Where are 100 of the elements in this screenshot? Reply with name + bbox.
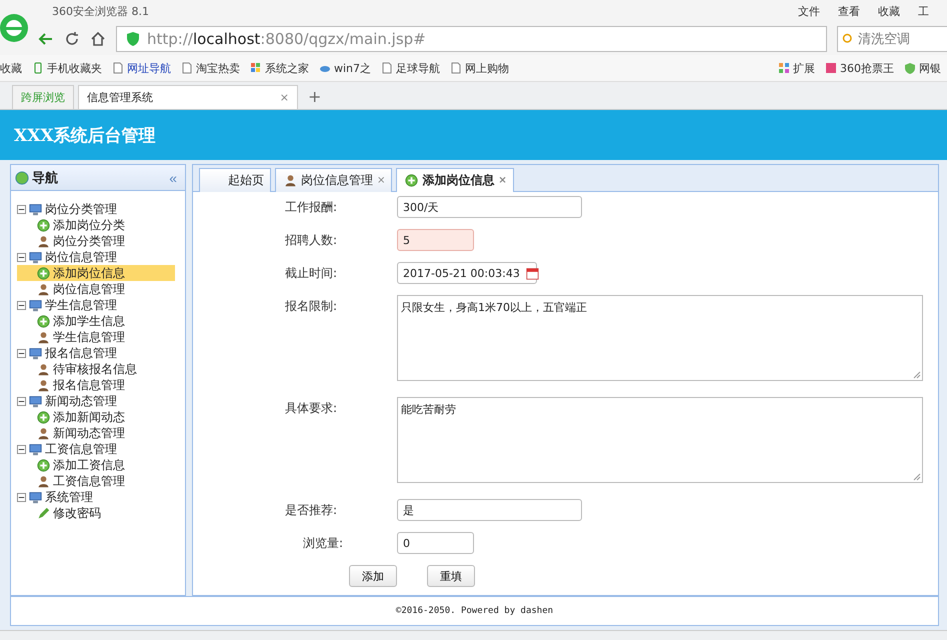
app-title: XXX系统后台管理 bbox=[14, 124, 156, 146]
page-icon bbox=[381, 62, 394, 74]
content-tab[interactable]: 起始页 bbox=[199, 168, 271, 192]
tree-item[interactable]: 新闻动态管理 bbox=[17, 425, 175, 441]
browser-tab[interactable]: 信息管理系统 × bbox=[78, 85, 298, 109]
tree-item[interactable]: 岗位分类管理 bbox=[17, 233, 175, 249]
menu-item[interactable]: 工 bbox=[918, 4, 929, 18]
bookmark-link[interactable]: win7之 bbox=[319, 60, 372, 76]
collapse-icon[interactable] bbox=[17, 396, 26, 406]
collapse-icon[interactable] bbox=[17, 492, 26, 502]
collapse-icon[interactable] bbox=[17, 204, 26, 214]
person-icon bbox=[37, 474, 50, 488]
address-field[interactable]: http://localhost:8080/qgzx/main.jsp# bbox=[116, 26, 827, 52]
tree-group[interactable]: 报名信息管理 bbox=[17, 345, 175, 361]
bookmark-link[interactable]: 网银 bbox=[904, 60, 941, 76]
resize-grip-icon[interactable] bbox=[913, 473, 921, 481]
calendar-icon[interactable] bbox=[526, 266, 539, 280]
bookmark-link[interactable]: 足球导航 bbox=[381, 60, 440, 76]
tree-group[interactable]: 工资信息管理 bbox=[17, 441, 175, 457]
search-field[interactable]: 清洗空调 bbox=[837, 26, 947, 52]
pencil-icon bbox=[37, 506, 50, 520]
tree-item[interactable]: 添加岗位信息 bbox=[17, 265, 175, 281]
bookmark-link[interactable]: 收藏 bbox=[0, 60, 22, 76]
shield-icon bbox=[125, 30, 141, 46]
back-icon[interactable] bbox=[38, 30, 54, 46]
content-tab[interactable]: 添加岗位信息 × bbox=[396, 168, 514, 192]
phone-icon bbox=[32, 62, 44, 74]
bookmark-link[interactable]: 网上购物 bbox=[450, 60, 510, 76]
window-title: 360安全浏览器 8.1 bbox=[52, 4, 149, 18]
home-icon[interactable] bbox=[90, 30, 106, 46]
collapse-icon[interactable] bbox=[17, 348, 26, 358]
input-field[interactable]: 是 bbox=[397, 499, 582, 521]
page-icon bbox=[181, 62, 193, 74]
bookmark-link[interactable]: 网址导航 bbox=[112, 60, 171, 76]
refresh-icon[interactable] bbox=[64, 30, 80, 46]
tree-item[interactable]: 修改密码 bbox=[17, 505, 175, 521]
monitor-icon bbox=[29, 202, 42, 216]
search-icon bbox=[842, 32, 854, 44]
tree-item[interactable]: 添加新闻动态 bbox=[17, 409, 175, 425]
input-field[interactable]: 300/天 bbox=[397, 196, 582, 218]
field-label: 浏览量: bbox=[302, 535, 344, 552]
menu-item[interactable]: 文件 bbox=[798, 4, 820, 18]
bookmark-link[interactable]: 系统之家 bbox=[250, 60, 309, 76]
bookmark-link[interactable]: 手机收藏夹 bbox=[32, 60, 102, 76]
field-label: 具体要求: bbox=[285, 400, 338, 417]
plus-circle-icon bbox=[37, 266, 50, 280]
footer-text: ©2016-2050. Powered by dashen bbox=[396, 606, 554, 616]
field-label: 报名限制: bbox=[285, 298, 338, 315]
menu-item[interactable]: 收藏 bbox=[878, 4, 900, 18]
form-button[interactable]: 重填 bbox=[427, 565, 475, 587]
globe-icon bbox=[15, 170, 29, 184]
field-label: 是否推荐: bbox=[285, 502, 338, 519]
page-icon bbox=[450, 62, 462, 74]
person-icon bbox=[37, 234, 50, 248]
content-tab[interactable]: 岗位信息管理 × bbox=[275, 168, 392, 192]
tree-group[interactable]: 新闻动态管理 bbox=[17, 393, 175, 409]
form-button[interactable]: 添加 bbox=[349, 565, 397, 587]
tree-item[interactable]: 岗位信息管理 bbox=[17, 281, 175, 297]
field-label: 截止时间: bbox=[285, 265, 338, 282]
input-field[interactable]: 0 bbox=[397, 532, 474, 554]
tree-item[interactable]: 报名信息管理 bbox=[17, 377, 175, 393]
bookmark-link[interactable]: 360抢票王 bbox=[825, 60, 894, 76]
page-icon bbox=[112, 62, 124, 74]
text-area[interactable]: 能吃苦耐劳 bbox=[397, 397, 923, 483]
new-tab-button[interactable]: + bbox=[302, 87, 328, 109]
collapse-icon[interactable] bbox=[17, 300, 26, 310]
monitor-icon bbox=[29, 346, 42, 360]
tree-group[interactable]: 岗位信息管理 bbox=[17, 249, 175, 265]
monitor-icon bbox=[29, 442, 42, 456]
bookmark-link[interactable]: 扩展 bbox=[778, 60, 815, 76]
tree-item[interactable]: 添加工资信息 bbox=[17, 457, 175, 473]
person-icon bbox=[37, 426, 50, 440]
tree-item[interactable]: 添加岗位分类 bbox=[17, 217, 175, 233]
plus-circle-icon bbox=[405, 174, 418, 187]
field-label: 招聘人数: bbox=[285, 232, 338, 249]
tree-item[interactable]: 待审核报名信息 bbox=[17, 361, 175, 377]
tree-item[interactable]: 学生信息管理 bbox=[17, 329, 175, 345]
tree-group[interactable]: 学生信息管理 bbox=[17, 297, 175, 313]
collapse-icon[interactable] bbox=[17, 444, 26, 454]
person-icon bbox=[37, 378, 50, 392]
text-area[interactable]: 只限女生，身高1米70以上，五官端正 bbox=[397, 295, 923, 381]
tree-item[interactable]: 工资信息管理 bbox=[17, 473, 175, 489]
ticket-icon bbox=[825, 62, 837, 74]
tree-group[interactable]: 岗位分类管理 bbox=[17, 201, 175, 217]
plus-circle-icon bbox=[37, 458, 50, 472]
date-field[interactable]: 2017-05-21 00:03:43 bbox=[397, 262, 537, 284]
resize-grip-icon[interactable] bbox=[913, 371, 921, 379]
menu-item[interactable]: 查看 bbox=[838, 4, 860, 18]
tree-group[interactable]: 系统管理 bbox=[17, 489, 175, 505]
collapse-icon[interactable] bbox=[17, 252, 26, 262]
input-field[interactable]: 5 bbox=[397, 229, 474, 251]
nav-title: 导航 bbox=[32, 170, 58, 186]
bookmark-link[interactable]: 淘宝热卖 bbox=[181, 60, 240, 76]
monitor-icon bbox=[29, 394, 42, 408]
field-label: 工作报酬: bbox=[285, 199, 338, 216]
person-icon bbox=[37, 282, 50, 296]
tree-item[interactable]: 添加学生信息 bbox=[17, 313, 175, 329]
person-icon bbox=[37, 362, 50, 376]
person-icon bbox=[284, 174, 297, 187]
grid-icon bbox=[778, 62, 790, 74]
